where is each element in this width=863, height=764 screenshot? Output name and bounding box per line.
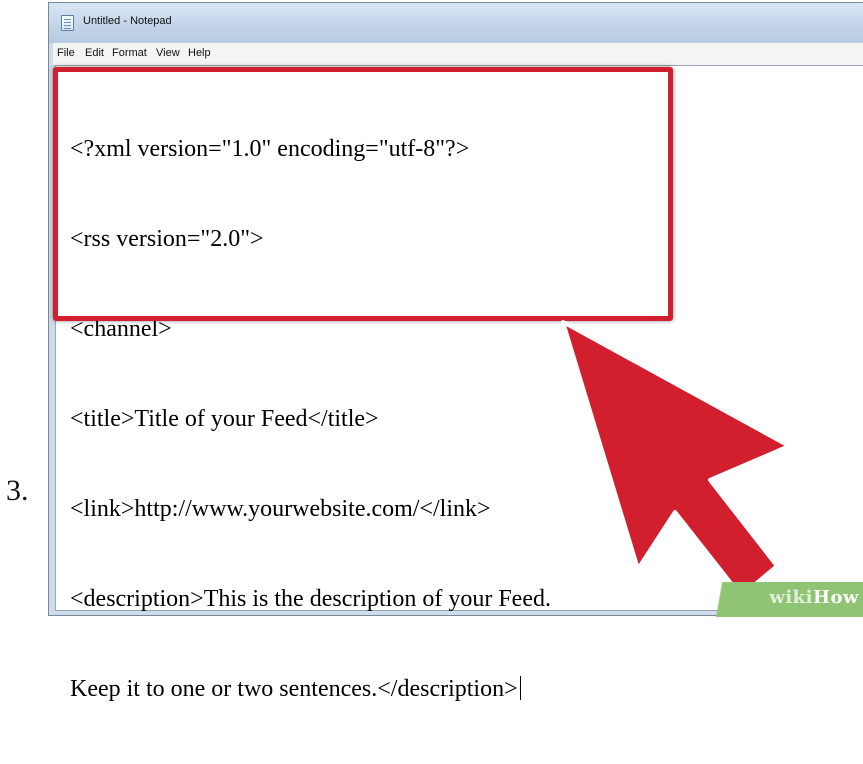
- menu-bar: File Edit Format View Help: [53, 43, 863, 66]
- wikihow-watermark: wikiHow: [712, 582, 863, 617]
- notepad-icon: [61, 15, 74, 31]
- text-caret: [519, 676, 521, 700]
- editor-line: <title>Title of your Feed</title>: [70, 406, 379, 432]
- menu-format[interactable]: Format: [112, 47, 147, 59]
- title-bar[interactable]: Untitled - Notepad: [49, 3, 863, 43]
- editor-line: <description>This is the description of …: [70, 586, 551, 612]
- window-title: Untitled - Notepad: [83, 15, 172, 27]
- menu-help[interactable]: Help: [188, 47, 211, 59]
- editor-line: Keep it to one or two sentences.</descri…: [70, 676, 518, 702]
- editor-line-last: Keep it to one or two sentences.</descri…: [70, 674, 551, 704]
- step-number: 3.: [6, 474, 29, 507]
- menu-edit[interactable]: Edit: [85, 47, 104, 59]
- watermark-text: wikiHow: [769, 587, 859, 608]
- menu-view[interactable]: View: [156, 47, 180, 59]
- menu-file[interactable]: File: [57, 47, 75, 59]
- editor-line: <link>http://www.yourwebsite.com/</link>: [70, 496, 491, 522]
- highlight-box: [53, 67, 673, 321]
